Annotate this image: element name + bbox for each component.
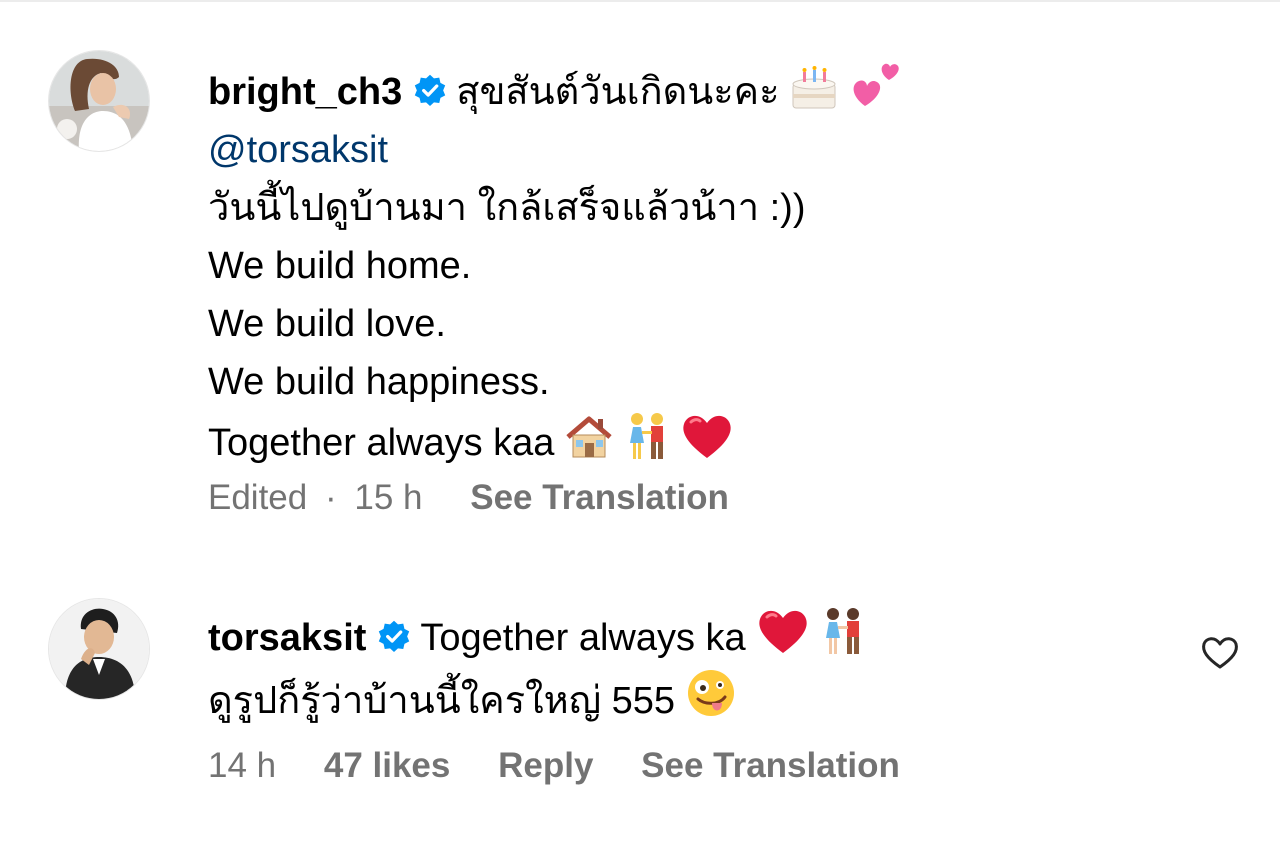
comment-meta: 14 h 47 likes Reply See Translation (208, 746, 900, 786)
birthday-cake-emoji (789, 66, 839, 110)
comment-text-line: สุขสันต์วันเกิดนะคะ (456, 71, 780, 113)
house-emoji (564, 413, 614, 461)
red-heart-emoji (756, 606, 810, 656)
avatar-image (49, 599, 149, 699)
comment-text-line: ดูรูปก็รู้ว่าบ้านนี้ใครใหญ่ 555 (208, 680, 676, 722)
red-heart-emoji (680, 411, 734, 461)
comment-text-line: We build love. (208, 303, 446, 345)
comment-meta: Edited · 15 h See Translation (208, 478, 729, 518)
reply-button[interactable]: Reply (498, 746, 593, 786)
mention-link[interactable]: @torsaksit (208, 121, 1208, 179)
comment-text-line: We build home. (208, 245, 472, 287)
top-divider (0, 0, 1280, 2)
comment-username[interactable]: torsaksit (208, 617, 366, 659)
like-heart-icon[interactable] (1198, 630, 1242, 674)
verified-badge-icon (376, 619, 412, 655)
see-translation-button[interactable]: See Translation (470, 478, 729, 518)
verified-badge-icon (412, 73, 448, 109)
zany-face-emoji (685, 667, 737, 719)
see-translation-button[interactable]: See Translation (641, 746, 900, 786)
comment-timestamp[interactable]: 14 h (208, 746, 276, 786)
comment-timestamp[interactable]: 15 h (354, 478, 422, 518)
couple-emoji (820, 606, 866, 656)
comment-text-line: Together always kaa (208, 422, 555, 464)
avatar[interactable] (48, 598, 150, 700)
edited-label: Edited (208, 478, 308, 517)
likes-count[interactable]: 47 likes (324, 746, 451, 786)
comment-text-line: We build happiness. (208, 361, 550, 403)
two-hearts-emoji (849, 58, 901, 110)
avatar[interactable] (48, 50, 150, 152)
avatar-image (49, 51, 149, 151)
meta-separator: · (324, 478, 337, 517)
comment-text-line: Together always ka (420, 617, 746, 659)
comment-username[interactable]: bright_ch3 (208, 71, 402, 113)
couple-emoji (624, 411, 670, 461)
comment-text-line: วันนี้ไปดูบ้านมา ใกล้เสร็จแล้วน้าา :)) (208, 187, 806, 229)
